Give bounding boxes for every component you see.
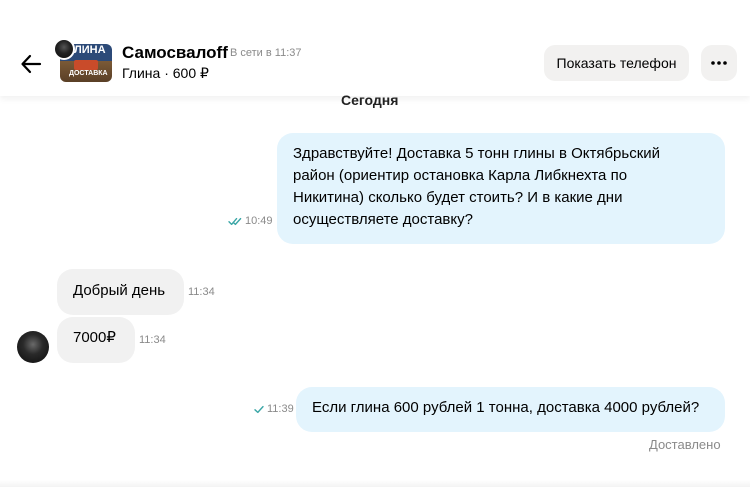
online-status: В сети в 11:37 <box>230 47 302 59</box>
date-separator: Сегодня <box>341 92 399 108</box>
incoming-message[interactable]: 7000₽ <box>57 317 135 363</box>
more-horizontal-icon <box>711 61 727 65</box>
ad-thumbnail-title: ЛИНА <box>74 44 106 56</box>
sender-avatar[interactable] <box>17 331 49 363</box>
message-line: Здравствуйте! Доставка 5 тонн глины в Ок… <box>293 145 661 162</box>
seller-avatar[interactable] <box>53 38 75 60</box>
message-time-text: 10:49 <box>245 215 273 227</box>
message-time: 10:49 <box>228 215 273 227</box>
ad-info[interactable]: Глина · 600 ₽ <box>122 65 209 82</box>
back-button[interactable] <box>16 49 46 79</box>
message-line: осуществляете доставку? <box>293 211 473 228</box>
outgoing-message[interactable]: Если глина 600 рублей 1 тонна, доставка … <box>296 387 725 432</box>
ad-thumbnail-subtitle: ДОСТАВКА <box>69 70 108 77</box>
message-line: Никитина) сколько будет стоить? И в каки… <box>293 189 623 206</box>
composer-edge <box>0 480 750 487</box>
show-phone-button[interactable]: Показать телефон <box>544 45 689 81</box>
truck-image <box>74 60 98 70</box>
single-check-icon <box>254 405 264 413</box>
message-time: 11:34 <box>139 334 166 346</box>
seller-name[interactable]: Самосвалоff <box>122 43 228 63</box>
message-time: 11:34 <box>188 286 215 298</box>
delivery-status: Доставлено <box>649 437 721 452</box>
incoming-message[interactable]: Добрый день <box>57 269 184 315</box>
more-options-button[interactable] <box>701 45 737 81</box>
double-check-icon <box>228 217 242 225</box>
message-time-text: 11:39 <box>267 403 294 415</box>
arrow-left-icon <box>21 54 42 74</box>
message-time-text: 11:34 <box>188 286 215 298</box>
outgoing-message[interactable]: Здравствуйте! Доставка 5 тонн глины в Ок… <box>277 133 725 244</box>
chat-header: ЛИНА ДОСТАВКА Самосвалоff В сети в 11:37… <box>0 0 750 96</box>
message-line: район (ориентир остановка Карла Либкнехт… <box>293 167 628 184</box>
message-time-text: 11:34 <box>139 334 166 346</box>
message-time: 11:39 <box>254 403 294 415</box>
